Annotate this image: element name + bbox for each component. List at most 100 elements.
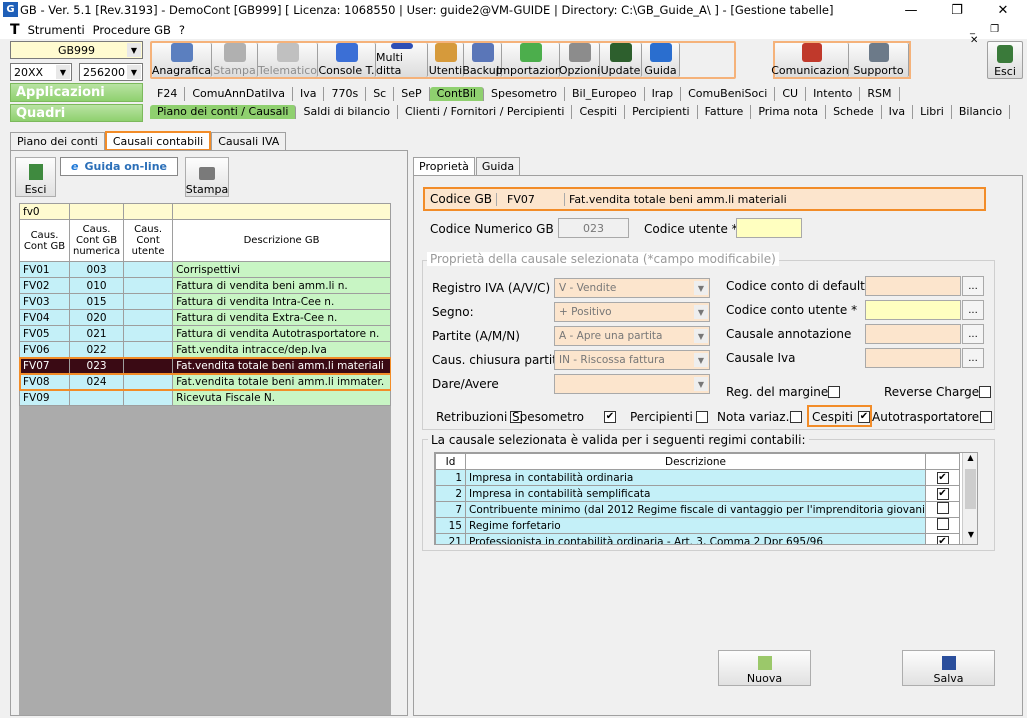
reg-margine-checkbox[interactable] bbox=[828, 386, 840, 398]
salva-button[interactable]: Salva bbox=[902, 650, 995, 686]
tab-comuanndatiiva[interactable]: ComuAnnDatiIva bbox=[185, 87, 293, 101]
field-codice-conto-utente[interactable] bbox=[865, 300, 961, 320]
tab-causali-iva[interactable]: Causali IVA bbox=[211, 132, 287, 150]
table-row[interactable]: FV07 023 Fat.vendita totale beni amm.li ma… bbox=[19, 356, 391, 375]
tab-guida[interactable]: Guida bbox=[475, 157, 521, 175]
tab-causali-contabili[interactable]: Causali contabili bbox=[104, 131, 212, 151]
tab-clienti-fornitori-percipienti[interactable]: Clienti / Fornitori / Percipienti bbox=[398, 105, 573, 119]
tab-iva[interactable]: Iva bbox=[293, 87, 325, 101]
tab-sep[interactable]: SeP bbox=[394, 87, 430, 101]
year-combo[interactable]: 20XX ▼ bbox=[10, 63, 72, 81]
scroll-thumb[interactable] bbox=[965, 469, 976, 509]
telematico-button[interactable]: Telematico bbox=[258, 43, 318, 77]
tab-saldi-di-bilancio[interactable]: Saldi di bilancio bbox=[296, 105, 398, 119]
table-row[interactable]: FV04 020 Fattura di vendita Extra-Cee n. bbox=[19, 309, 391, 326]
field-partite-a-m-n[interactable]: A - Apre una partita ▼ bbox=[554, 326, 710, 346]
minimize-button[interactable]: — bbox=[888, 0, 934, 20]
comunicazioni-button[interactable]: Comunicazioni bbox=[771, 43, 852, 77]
regime-row[interactable]: 2 Impresa in contabilità semplificata ✔ bbox=[435, 485, 960, 502]
regime-row[interactable]: 7 Contribuente minimo (dal 2012 Regime fi… bbox=[435, 501, 960, 518]
menu-help[interactable]: ? bbox=[179, 23, 185, 37]
field-segno[interactable]: + Positivo ▼ bbox=[554, 302, 710, 322]
field-codice-conto-di-default[interactable] bbox=[865, 276, 961, 296]
browse-button[interactable]: ... bbox=[962, 348, 984, 368]
tab-bilancio[interactable]: Bilancio bbox=[952, 105, 1011, 119]
tab-contbil[interactable]: ContBil bbox=[429, 87, 484, 101]
regime-row[interactable]: 21 Professionista in contabilità ordinari… bbox=[435, 533, 960, 544]
anagrafica-button[interactable]: Anagrafica bbox=[152, 43, 212, 77]
regime-row[interactable]: 15 Regime forfetario bbox=[435, 517, 960, 534]
filter-cell[interactable] bbox=[123, 203, 174, 220]
code-combo[interactable]: 256200 - ▼ bbox=[79, 63, 143, 81]
supporto-button[interactable]: Supporto bbox=[849, 43, 909, 77]
table-row[interactable]: FV09 Ricevuta Fiscale N. bbox=[19, 389, 391, 406]
scroll-up-icon[interactable]: ▲ bbox=[963, 453, 977, 467]
tab-cu[interactable]: CU bbox=[775, 87, 807, 101]
tab-libri[interactable]: Libri bbox=[913, 105, 952, 119]
tab-rsm[interactable]: RSM bbox=[860, 87, 900, 101]
console-t-button[interactable]: Console T. bbox=[318, 43, 376, 77]
company-combo[interactable]: GB999 ▼ bbox=[10, 41, 143, 59]
codice-utente-input[interactable] bbox=[736, 218, 802, 238]
field-caus-chiusura-partita[interactable]: IN - Riscossa fattura ▼ bbox=[554, 350, 710, 370]
tab-comubenisoci[interactable]: ComuBeniSoci bbox=[681, 87, 776, 101]
tab-f24[interactable]: F24 bbox=[150, 87, 186, 101]
filter-cell[interactable]: fv0 bbox=[19, 203, 70, 220]
update-button[interactable]: Update bbox=[600, 43, 642, 77]
tab-intento[interactable]: Intento bbox=[806, 87, 861, 101]
browse-button[interactable]: ... bbox=[962, 324, 984, 344]
tab-iva[interactable]: Iva bbox=[882, 105, 914, 119]
tab-fatture[interactable]: Fatture bbox=[698, 105, 752, 119]
checkbox-spesometro[interactable]: ✔ bbox=[604, 411, 616, 423]
table-row[interactable]: FV03 015 Fattura di vendita Intra-Cee n. bbox=[19, 293, 391, 310]
nuova-button[interactable]: Nuova bbox=[718, 650, 811, 686]
table-row[interactable]: FV06 022 Fatt.vendita intracce/dep.Iva bbox=[19, 341, 391, 358]
tab-bil-europeo[interactable]: Bil_Europeo bbox=[565, 87, 645, 101]
importazioni-button[interactable]: Importazioni bbox=[496, 43, 565, 77]
guida-button[interactable]: Guida bbox=[642, 43, 680, 77]
reverse-charge-checkbox[interactable] bbox=[979, 386, 991, 398]
table-row[interactable]: FV01 003 Corrispettivi bbox=[19, 261, 391, 278]
regime-checkbox[interactable]: ✔ bbox=[936, 488, 949, 500]
tab-irap[interactable]: Irap bbox=[645, 87, 682, 101]
quadri-selector[interactable]: Quadri bbox=[10, 104, 143, 122]
guida-online-button[interactable]: e Guida on-line bbox=[60, 157, 178, 176]
opzioni-button[interactable]: Opzioni bbox=[559, 43, 600, 77]
menu-strumenti[interactable]: Strumenti bbox=[28, 23, 85, 37]
menu-procedure-gb[interactable]: Procedure GB bbox=[93, 23, 171, 37]
tab-piano-dei-conti-causali[interactable]: Piano dei conti / Causali bbox=[150, 105, 297, 119]
browse-button[interactable]: ... bbox=[962, 300, 984, 320]
tab-percipienti[interactable]: Percipienti bbox=[625, 105, 698, 119]
field-causale-iva[interactable] bbox=[865, 348, 961, 368]
close-button[interactable]: ✕ bbox=[980, 0, 1026, 20]
applicazioni-selector[interactable]: Applicazioni bbox=[10, 83, 143, 102]
utenti-button[interactable]: Utenti bbox=[428, 43, 464, 77]
table-row[interactable]: FV08 024 Fat.vendita totale beni amm.li im… bbox=[19, 372, 391, 391]
regimi-scrollbar[interactable]: ▲ ▼ bbox=[962, 453, 977, 544]
field-dare-avere[interactable]: ▼ bbox=[554, 374, 710, 394]
tab-schede[interactable]: Schede bbox=[826, 105, 882, 119]
checkbox-cespiti[interactable]: ✔ bbox=[858, 411, 870, 423]
regime-checkbox[interactable] bbox=[936, 502, 949, 514]
field-causale-annotazione[interactable] bbox=[865, 324, 961, 344]
checkbox-autotrasportatore[interactable] bbox=[980, 411, 992, 423]
table-row[interactable]: FV02 010 Fattura di vendita beni amm.li n. bbox=[19, 277, 391, 294]
table-row[interactable]: FV05 021 Fattura di vendita Autotrasportat… bbox=[19, 325, 391, 342]
checkbox-nota-variaz[interactable] bbox=[790, 411, 802, 423]
esci-top-button[interactable]: Esci bbox=[987, 41, 1023, 79]
regime-row[interactable]: 1 Impresa in contabilità ordinaria ✔ bbox=[435, 469, 960, 486]
filter-cell[interactable] bbox=[68, 203, 125, 220]
regime-checkbox[interactable]: ✔ bbox=[936, 472, 949, 484]
esci-button[interactable]: Esci bbox=[15, 157, 56, 197]
filter-cell[interactable] bbox=[172, 203, 391, 220]
tab-piano-dei-conti[interactable]: Piano dei conti bbox=[10, 132, 105, 150]
maximize-button[interactable]: ❐ bbox=[934, 0, 980, 20]
tab-spesometro[interactable]: Spesometro bbox=[484, 87, 565, 101]
stampa-button[interactable]: Stampa bbox=[212, 43, 258, 77]
scroll-down-icon[interactable]: ▼ bbox=[963, 530, 977, 544]
tab-prima-nota[interactable]: Prima nota bbox=[751, 105, 827, 119]
tab-cespiti[interactable]: Cespiti bbox=[572, 105, 626, 119]
menu-app-icon[interactable]: T bbox=[10, 22, 20, 38]
tab-sc[interactable]: Sc bbox=[366, 87, 395, 101]
field-registro-iva-a-v-c[interactable]: V - Vendite ▼ bbox=[554, 278, 710, 298]
